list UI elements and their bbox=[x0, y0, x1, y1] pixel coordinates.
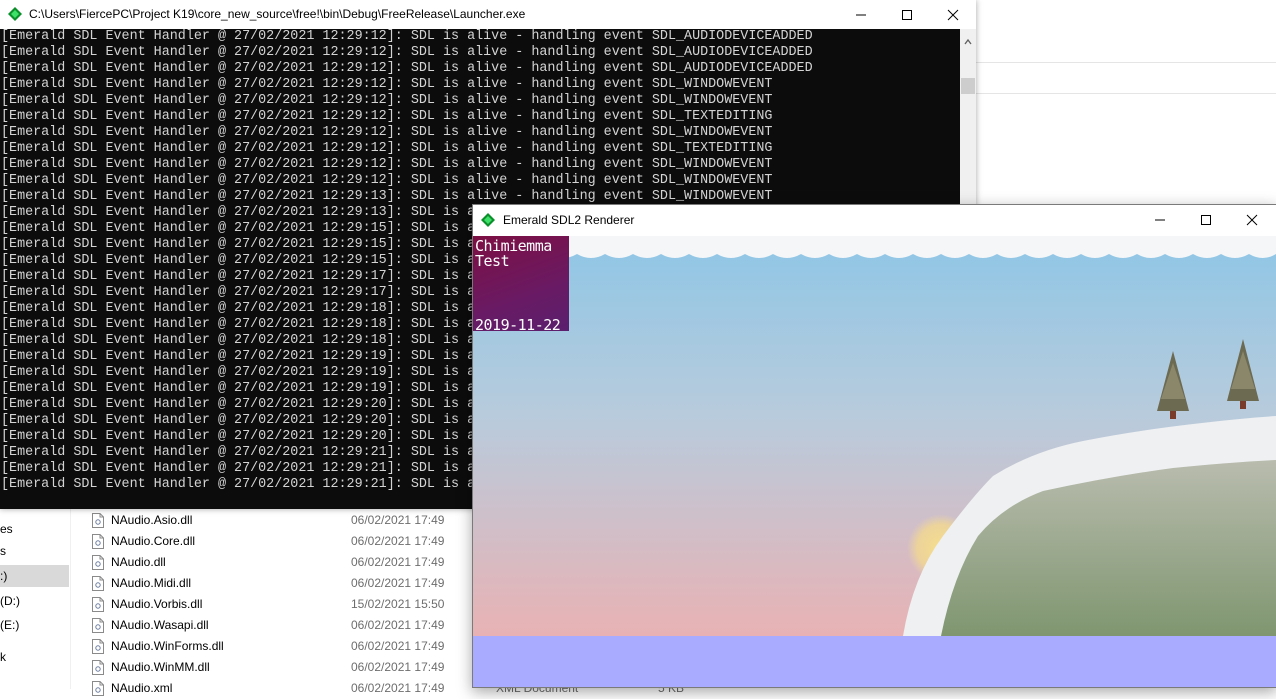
dll-file-icon bbox=[92, 576, 104, 591]
file-row[interactable]: NAudio.Wasapi.dll 06/02/2021 17:49 bbox=[92, 615, 472, 636]
renderer-window[interactable]: Emerald SDL2 Renderer Chimiemma Test 201… bbox=[472, 204, 1276, 688]
nav-item-drive-d[interactable]: (D:) bbox=[0, 590, 69, 612]
file-date: 15/02/2021 15:50 bbox=[351, 597, 445, 611]
dll-file-icon bbox=[92, 618, 104, 633]
renderer-title: Emerald SDL2 Renderer bbox=[503, 213, 635, 227]
console-minimize-button[interactable] bbox=[838, 0, 884, 29]
ribbon-divider bbox=[976, 62, 1276, 63]
console-line: [Emerald SDL Event Handler @ 27/02/2021 … bbox=[1, 125, 773, 140]
file-name: NAudio.WinMM.dll bbox=[111, 660, 210, 674]
file-date: 06/02/2021 17:49 bbox=[351, 681, 445, 695]
file-name: NAudio.WinForms.dll bbox=[111, 639, 224, 653]
file-name: NAudio.xml bbox=[111, 681, 173, 695]
scrollbar-thumb[interactable] bbox=[961, 78, 975, 94]
file-name: NAudio.Vorbis.dll bbox=[111, 597, 203, 611]
file-row[interactable]: NAudio.Asio.dll 06/02/2021 17:49 bbox=[92, 510, 472, 531]
file-name: NAudio.Core.dll bbox=[111, 534, 196, 548]
console-line: [Emerald SDL Event Handler @ 27/02/2021 … bbox=[1, 93, 773, 108]
file-row[interactable]: NAudio.Midi.dll 06/02/2021 17:49 bbox=[92, 573, 472, 594]
nav-item-drive-e[interactable]: (E:) bbox=[0, 614, 69, 636]
file-row[interactable]: NAudio.Vorbis.dll 15/02/2021 15:50 bbox=[92, 594, 472, 615]
file-row[interactable]: NAudio.Core.dll 06/02/2021 17:49 bbox=[92, 531, 472, 552]
console-line: [Emerald SDL Event Handler @ 27/02/2021 … bbox=[1, 189, 773, 204]
console-line: [Emerald SDL Event Handler @ 27/02/2021 … bbox=[1, 61, 813, 76]
file-date: 06/02/2021 17:49 bbox=[351, 534, 445, 548]
console-line: [Emerald SDL Event Handler @ 27/02/2021 … bbox=[1, 29, 813, 44]
file-name: NAudio.dll bbox=[111, 555, 166, 569]
file-date: 06/02/2021 17:49 bbox=[351, 555, 445, 569]
dll-file-icon bbox=[92, 555, 104, 570]
address-divider bbox=[976, 93, 1276, 94]
nav-item[interactable]: es bbox=[0, 518, 69, 540]
snow-ceiling bbox=[473, 236, 1276, 258]
scroll-up-arrow-icon[interactable] bbox=[964, 33, 972, 51]
game-scene-art bbox=[473, 236, 1276, 687]
console-maximize-button[interactable] bbox=[884, 0, 930, 29]
ground bbox=[473, 636, 1276, 687]
file-date: 06/02/2021 17:49 bbox=[351, 639, 445, 653]
console-line: [Emerald SDL Event Handler @ 27/02/2021 … bbox=[1, 173, 773, 188]
console-line: [Emerald SDL Event Handler @ 27/02/2021 … bbox=[1, 109, 773, 124]
console-line: [Emerald SDL Event Handler @ 27/02/2021 … bbox=[1, 77, 773, 92]
console-title: C:\Users\FiercePC\Project K19\core_new_s… bbox=[29, 7, 526, 21]
green-diamond-icon bbox=[7, 6, 23, 27]
console-titlebar[interactable]: C:\Users\FiercePC\Project K19\core_new_s… bbox=[0, 0, 976, 29]
file-date: 06/02/2021 17:49 bbox=[351, 513, 445, 527]
renderer-titlebar[interactable]: Emerald SDL2 Renderer bbox=[473, 205, 1276, 235]
renderer-minimize-button[interactable] bbox=[1137, 205, 1183, 234]
renderer-close-button[interactable] bbox=[1229, 205, 1275, 234]
navigation-pane: es s :) (D:) (E:) k bbox=[0, 508, 71, 689]
file-row[interactable]: NAudio.WinMM.dll 06/02/2021 17:49 bbox=[92, 657, 472, 678]
console-line: [Emerald SDL Event Handler @ 27/02/2021 … bbox=[1, 141, 773, 156]
dll-file-icon bbox=[92, 513, 104, 528]
file-date: 06/02/2021 17:49 bbox=[351, 618, 445, 632]
dll-file-icon bbox=[92, 639, 104, 654]
dll-file-icon bbox=[92, 534, 104, 549]
file-row[interactable]: NAudio.WinForms.dll 06/02/2021 17:49 bbox=[92, 636, 472, 657]
file-row[interactable]: NAudio.dll 06/02/2021 17:49 bbox=[92, 552, 472, 573]
file-date: 06/02/2021 17:49 bbox=[351, 660, 445, 674]
file-date: 06/02/2021 17:49 bbox=[351, 576, 445, 590]
green-diamond-icon bbox=[480, 212, 496, 233]
file-name: NAudio.Wasapi.dll bbox=[111, 618, 209, 632]
console-line: [Emerald SDL Event Handler @ 27/02/2021 … bbox=[1, 45, 813, 60]
nav-item[interactable]: s bbox=[0, 540, 69, 562]
console-line: [Emerald SDL Event Handler @ 27/02/2021 … bbox=[1, 157, 773, 172]
overlay-date: 2019-11-22 bbox=[475, 316, 561, 334]
dll-file-icon bbox=[92, 597, 104, 612]
dll-file-icon bbox=[92, 660, 104, 675]
nav-item-selected[interactable]: :) bbox=[0, 565, 69, 587]
console-close-button[interactable] bbox=[930, 0, 976, 29]
nav-item[interactable]: k bbox=[0, 646, 69, 668]
game-scene[interactable]: Chimiemma Test 2019-11-22 bbox=[473, 236, 1276, 687]
overlay-subtitle: Test bbox=[475, 252, 510, 270]
file-name: NAudio.Midi.dll bbox=[111, 576, 192, 590]
renderer-maximize-button[interactable] bbox=[1183, 205, 1229, 234]
file-name: NAudio.Asio.dll bbox=[111, 513, 193, 527]
